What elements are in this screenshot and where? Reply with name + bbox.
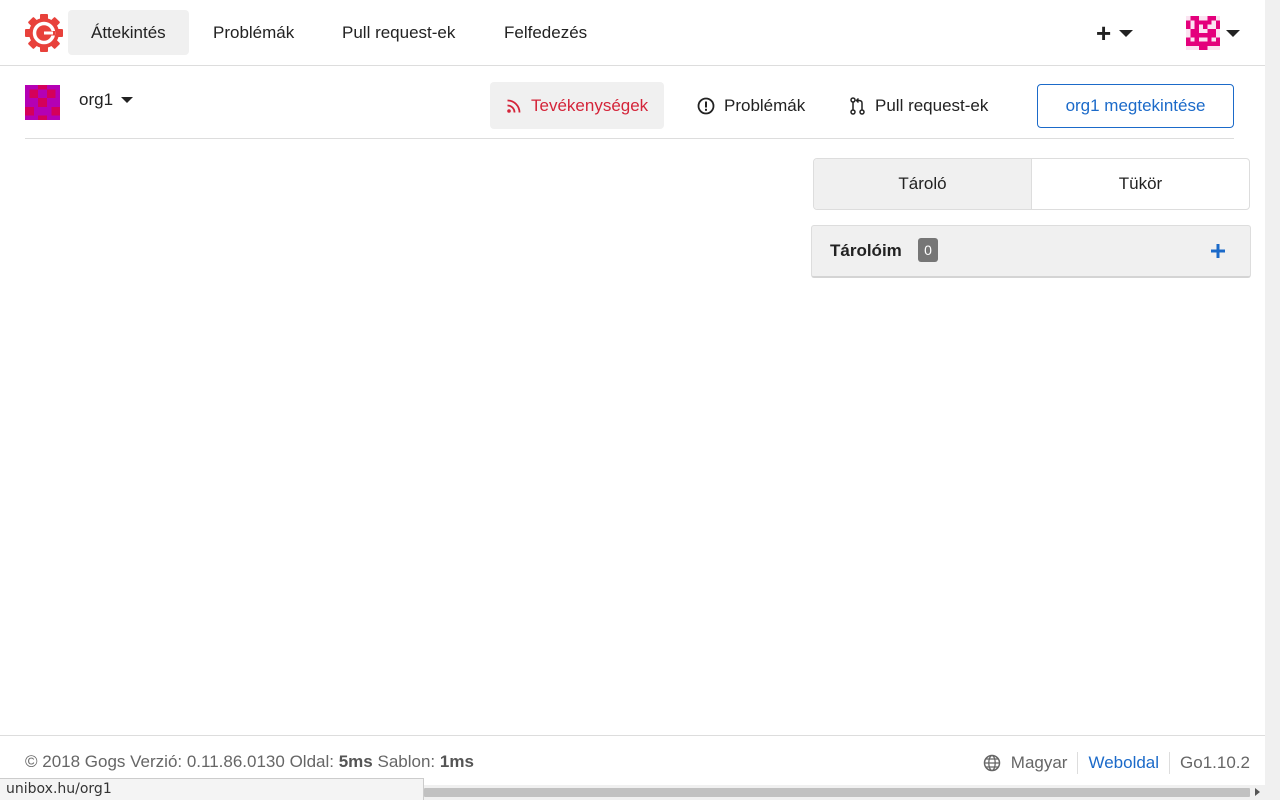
org-name-label: org1 [79,90,114,109]
footer-template-time: 1ms [439,752,474,771]
chevron-down-icon [1226,29,1240,37]
tab-pull-requests-label: Pull request-ek [875,96,989,115]
vertical-scrollbar[interactable] [1265,0,1280,785]
tab-activities[interactable]: Tevékenységek [490,82,665,129]
tab-issues[interactable]: Problémák [681,82,821,129]
status-bar-url: unibox.hu/org1 [0,778,424,800]
org-switcher[interactable]: org1 [79,90,134,110]
gogs-logo-icon[interactable] [24,13,64,53]
tab-pull-requests[interactable]: Pull request-ek [834,82,1004,129]
plus-icon: + [1096,18,1112,48]
horizontal-scrollbar[interactable] [424,785,1280,800]
tab-mirror[interactable]: Tükör [1032,159,1249,209]
user-menu-dropdown[interactable] [1186,16,1240,50]
footer-info: © 2018 Gogs Verzió: 0.11.86.0130 Oldal: … [25,752,474,772]
nav-pull-requests[interactable]: Pull request-ek [319,10,478,55]
scroll-right-arrow-icon[interactable] [1255,788,1260,796]
pull-request-icon [850,96,865,115]
tab-issues-label: Problémák [724,96,806,115]
rss-icon [507,99,521,113]
issue-icon [697,97,715,114]
repo-count-badge: 0 [918,238,938,262]
view-org-button[interactable]: org1 megtekintése [1037,84,1234,128]
nav-issues[interactable]: Problémák [190,10,317,55]
create-dropdown[interactable]: + [1096,18,1134,48]
user-avatar [1186,16,1220,50]
top-navbar: Áttekintés Problémák Pull request-ek Fel… [0,0,1265,66]
language-selector[interactable]: Magyar [983,753,1068,773]
divider [1077,752,1079,774]
my-repos-header: Tárolóim 0 [811,225,1251,278]
footer-copyright: © 2018 Gogs Verzió: 0.11.86.0130 Oldal: [25,752,334,771]
scrollbar-thumb[interactable] [424,788,1250,797]
website-link[interactable]: Weboldal [1088,753,1159,773]
go-version: Go1.10.2 [1180,753,1250,772]
footer-links: Magyar Weboldal Go1.10.2 [983,752,1250,774]
org-header: org1 Tevékenységek Problémák Pull reques… [25,66,1234,139]
footer-page-time: 5ms [338,752,373,771]
add-repo-icon[interactable] [1210,240,1226,262]
chevron-down-icon [1119,29,1134,37]
my-repos-title: Tárolóim [830,241,902,260]
chevron-down-icon [121,97,134,103]
tab-activities-label: Tevékenységek [531,96,649,115]
footer-template-label: Sablon: [377,752,436,771]
repo-type-switch: Tároló Tükör [813,158,1250,210]
org-avatar [25,85,60,120]
nav-overview[interactable]: Áttekintés [68,10,189,55]
language-label: Magyar [1010,753,1068,772]
divider [1169,752,1171,774]
nav-explore[interactable]: Felfedezés [481,10,610,55]
tab-repository[interactable]: Tároló [814,159,1032,209]
globe-icon [983,754,1001,772]
